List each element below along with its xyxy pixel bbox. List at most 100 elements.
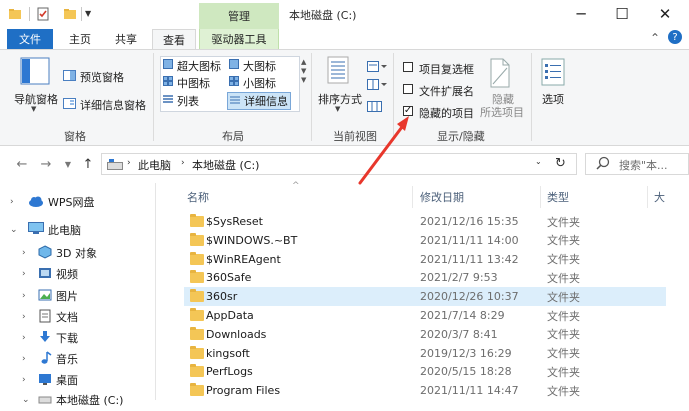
properties-icon[interactable]	[36, 7, 50, 21]
expand-chevron-icon[interactable]: ⌄	[22, 395, 36, 405]
expand-chevron-icon[interactable]: ›	[22, 291, 36, 301]
new-folder-icon[interactable]	[63, 7, 77, 21]
file-date: 2021/12/16 15:35	[420, 215, 519, 228]
column-separator[interactable]	[540, 186, 541, 208]
expand-chevron-icon[interactable]: ›	[22, 333, 36, 343]
sidebar-item-desktop[interactable]: › 桌面	[0, 369, 78, 391]
layout-list[interactable]: 列表	[163, 92, 199, 109]
hide-selected-icon[interactable]	[489, 58, 511, 91]
forward-arrow-icon[interactable]: →	[38, 156, 54, 172]
column-header-type[interactable]: 类型	[547, 183, 569, 211]
sidebar-item-wps[interactable]: › WPS网盘	[0, 191, 95, 213]
refresh-icon[interactable]: ↻	[555, 156, 566, 171]
details-pane-icon	[63, 98, 76, 112]
minimize-button[interactable]: ─	[567, 4, 595, 24]
options-icon[interactable]	[541, 58, 565, 89]
breadcrumb-chevron-icon[interactable]: ›	[181, 158, 185, 168]
tab-view[interactable]: 查看	[152, 29, 196, 49]
layout-large-icons[interactable]: 大图标	[229, 57, 276, 74]
table-row[interactable]: 360Safe 2021/2/7 9:53 文件夹	[184, 268, 666, 287]
breadcrumb-this-pc[interactable]: 此电脑	[138, 157, 171, 173]
layout-label: 超大图标	[177, 59, 221, 73]
column-separator[interactable]	[412, 186, 413, 208]
table-row[interactable]: PerfLogs 2020/5/15 18:28 文件夹	[184, 362, 666, 381]
expand-chevron-icon[interactable]: ›	[22, 248, 36, 258]
expand-chevron-icon[interactable]: ⌄	[10, 225, 24, 235]
address-bar[interactable]	[101, 153, 577, 175]
size-columns-icon[interactable]	[367, 101, 383, 116]
sidebar-item-music[interactable]: › 音乐	[0, 348, 78, 370]
expand-chevron-icon[interactable]: ›	[22, 269, 36, 279]
hidden-items-checkbox[interactable]: ✓	[403, 106, 413, 116]
layout-medium-icons[interactable]: 中图标	[163, 74, 210, 91]
table-row[interactable]: 360sr 2020/12/26 10:37 文件夹	[184, 287, 666, 307]
collapse-ribbon-icon[interactable]: ⌃	[650, 31, 660, 45]
address-dropdown-icon[interactable]: ⌄	[535, 157, 542, 166]
options-button[interactable]: 选项	[542, 91, 564, 107]
sidebar-item-this-pc[interactable]: ⌄ 此电脑	[0, 219, 81, 241]
up-arrow-icon[interactable]: ↑	[80, 156, 96, 172]
nav-pane-splitter[interactable]	[155, 183, 156, 400]
add-columns-icon[interactable]	[367, 79, 387, 94]
column-header-name[interactable]: 名称	[187, 183, 209, 211]
sort-by-icon[interactable]	[327, 56, 349, 89]
tab-share[interactable]: 共享	[106, 29, 146, 49]
layout-label: 小图标	[243, 76, 276, 90]
layout-scroll-icon[interactable]: ▲ ▼ ▼	[301, 58, 306, 85]
expand-chevron-icon[interactable]: ›	[10, 197, 24, 207]
sidebar-item-downloads[interactable]: › 下载	[0, 327, 78, 349]
expand-chevron-icon[interactable]: ›	[22, 375, 36, 385]
table-row[interactable]: $WinREAgent 2021/11/11 13:42 文件夹	[184, 250, 666, 269]
file-name: PerfLogs	[206, 365, 253, 379]
file-extensions-label: 文件扩展名	[419, 85, 474, 98]
layout-extra-large-icons[interactable]: 超大图标	[163, 57, 221, 74]
breadcrumb-local-disk[interactable]: 本地磁盘 (C:)	[192, 157, 259, 173]
table-row[interactable]: AppData 2021/7/14 8:29 文件夹	[184, 306, 666, 325]
tab-home[interactable]: 主页	[60, 29, 100, 49]
medium-icons-icon	[163, 76, 173, 89]
table-row[interactable]: $SysReset 2021/12/16 15:35 文件夹	[184, 212, 666, 231]
sidebar-item-videos[interactable]: › 视频	[0, 263, 78, 285]
column-header-size[interactable]: 大	[654, 183, 665, 211]
table-row[interactable]: Program Files 2021/11/11 14:47 文件夹	[184, 381, 666, 400]
sidebar-item-local-disk[interactable]: ⌄ 本地磁盘 (C:)	[0, 389, 123, 411]
close-button[interactable]: ✕	[651, 4, 679, 24]
tab-file[interactable]: 文件	[7, 29, 53, 49]
navigation-pane-icon[interactable]	[20, 57, 50, 88]
help-icon[interactable]: ?	[668, 30, 682, 44]
layout-small-icons[interactable]: 小图标	[229, 74, 276, 91]
breadcrumb-chevron-icon[interactable]: ›	[127, 158, 131, 168]
folder-icon	[190, 344, 204, 363]
folder-icon	[190, 287, 204, 306]
item-checkboxes-checkbox[interactable]	[403, 62, 413, 72]
sidebar-item-label: 文档	[56, 311, 78, 324]
sidebar-item-pictures[interactable]: › 图片	[0, 285, 78, 307]
column-header-date[interactable]: 修改日期	[420, 183, 464, 211]
details-pane-button[interactable]: 详细信息窗格	[80, 97, 146, 113]
preview-pane-button[interactable]: 预览窗格	[80, 69, 124, 85]
expand-chevron-icon[interactable]: ›	[22, 354, 36, 364]
file-extensions-checkbox[interactable]	[403, 84, 413, 94]
table-row[interactable]: kingsoft 2019/12/3 16:29 文件夹	[184, 344, 666, 363]
table-row[interactable]: Downloads 2020/3/7 8:41 文件夹	[184, 325, 666, 344]
layout-details[interactable]: 详细信息	[227, 92, 291, 110]
column-separator[interactable]	[647, 186, 648, 208]
back-arrow-icon[interactable]: ←	[14, 156, 30, 172]
table-row[interactable]: $WINDOWS.~BT 2021/11/11 14:00 文件夹	[184, 231, 666, 250]
chevron-down-icon[interactable]: ▼	[31, 105, 36, 113]
manage-context-tab[interactable]: 管理	[199, 3, 279, 29]
group-by-icon[interactable]	[367, 61, 387, 76]
expand-chevron-icon[interactable]: ›	[22, 312, 36, 322]
layout-label: 详细信息	[244, 95, 288, 108]
file-date: 2020/3/7 8:41	[420, 327, 498, 341]
folder-app-icon	[8, 7, 22, 21]
tab-drive-tools[interactable]: 驱动器工具	[199, 29, 279, 49]
ribbon-separator	[393, 53, 394, 141]
sidebar-item-documents[interactable]: › 文档	[0, 306, 78, 328]
maximize-button[interactable]: ☐	[608, 4, 636, 24]
file-name: Program Files	[206, 384, 281, 398]
chevron-down-icon[interactable]: ▼	[335, 105, 340, 113]
sidebar-item-3d-objects[interactable]: › 3D 对象	[0, 242, 97, 264]
qat-dropdown-icon[interactable]: ▼	[85, 9, 91, 18]
recent-locations-icon[interactable]: ▼	[60, 156, 76, 172]
